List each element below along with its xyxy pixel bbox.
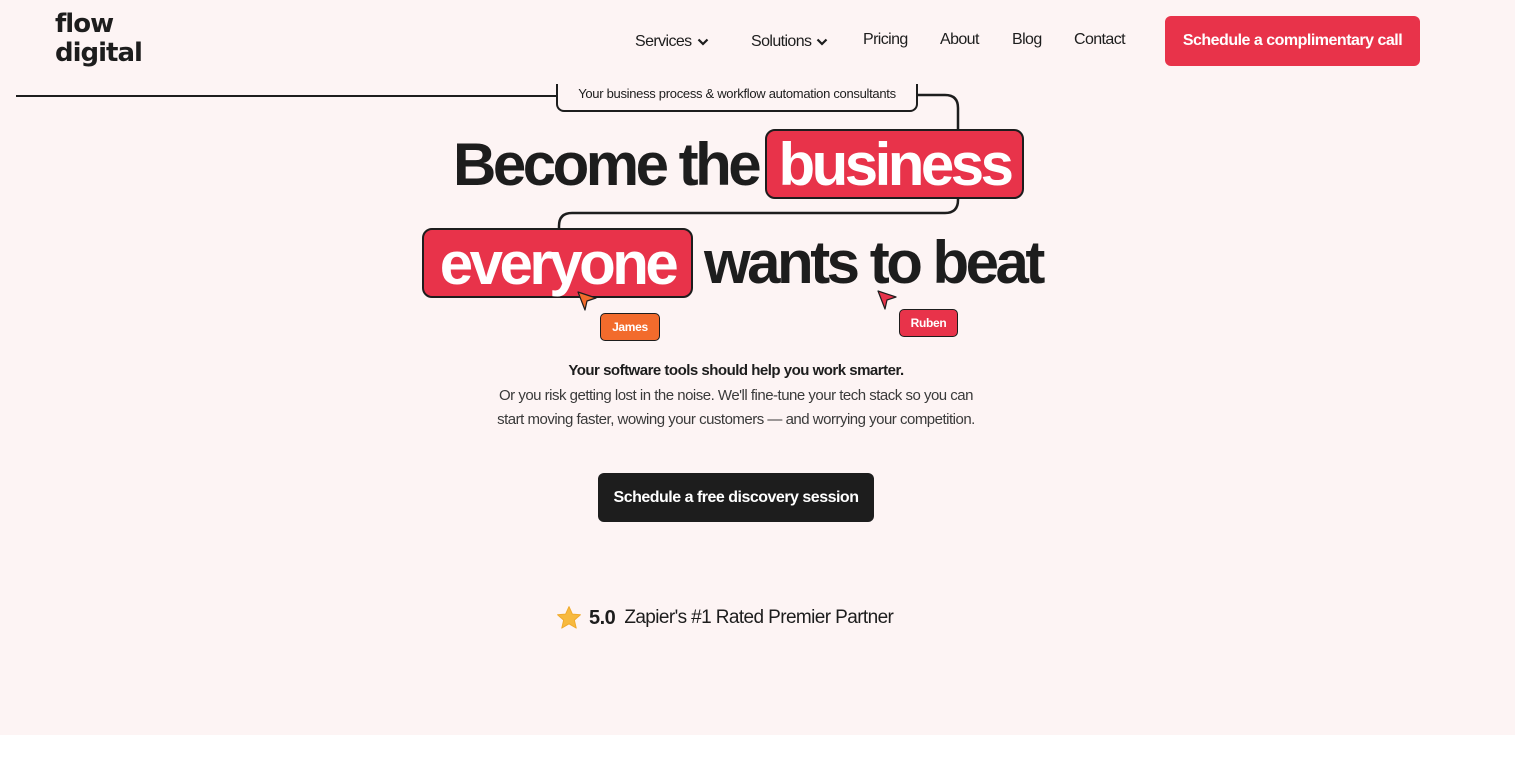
headline-part-2: wants to beat: [704, 229, 1045, 296]
cursor-arrow-icon: [877, 290, 897, 310]
star-icon: [557, 606, 581, 629]
cursor-label-ruben: Ruben: [899, 309, 958, 337]
headline-part-1: Become the: [453, 131, 762, 198]
cursor-arrow-icon: [577, 291, 597, 311]
schedule-discovery-button[interactable]: Schedule a free discovery session: [598, 473, 874, 522]
tagline-badge: Your business process & workflow automat…: [556, 84, 918, 112]
rating-label: Zapier's #1 Rated Premier Partner: [624, 607, 894, 628]
header-divider: [16, 95, 561, 97]
subheading-bold: Your software tools should help you work…: [568, 362, 904, 379]
tagline-text: Your business process & workflow automat…: [578, 86, 896, 101]
cursor-label-james: James: [600, 313, 660, 341]
headline-highlight-everyone: everyone: [422, 228, 693, 298]
rating-badge: 5.0 Zapier's #1 Rated Premier Partner: [555, 603, 894, 633]
headline-highlight-business: business: [765, 129, 1024, 199]
rating-score: 5.0: [589, 606, 616, 629]
headline-highlight-business-text: business: [778, 130, 1014, 198]
subheading-line-2: start moving faster, wowing your custome…: [497, 411, 975, 428]
hero-section: flow digital Services Solutions Pricing …: [0, 0, 1515, 735]
headline-highlight-everyone-text: everyone: [439, 229, 679, 297]
subheading-line-1: Or you risk getting lost in the noise. W…: [498, 387, 974, 404]
